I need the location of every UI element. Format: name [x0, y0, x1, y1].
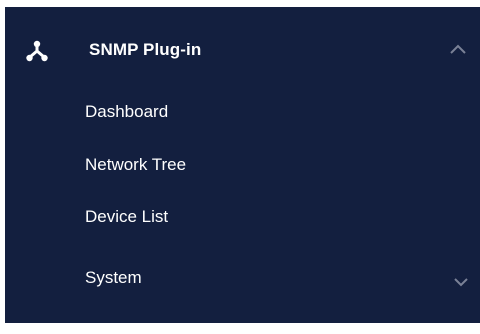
snmp-plugin-menu-header[interactable]: SNMP Plug-in	[5, 30, 480, 70]
sidebar-item-label: Dashboard	[85, 102, 169, 121]
sidebar-item-device-list[interactable]: Device List	[5, 201, 480, 233]
sidebar-item-system[interactable]: System	[5, 262, 480, 294]
sidebar-item-label: System	[85, 268, 142, 287]
network-hub-icon	[25, 39, 49, 63]
sidebar-item-dashboard[interactable]: Dashboard	[5, 96, 480, 128]
sidebar-item-label: Device List	[85, 207, 169, 226]
sidebar-item-label: Network Tree	[85, 155, 187, 174]
chevron-down-icon[interactable]	[453, 274, 469, 287]
sidebar-menu: SNMP Plug-in Dashboard Network Tree Devi…	[5, 7, 480, 323]
snmp-plugin-label: SNMP Plug-in	[89, 40, 202, 59]
sidebar-item-network-tree[interactable]: Network Tree	[5, 149, 480, 181]
chevron-up-icon[interactable]	[449, 42, 467, 54]
